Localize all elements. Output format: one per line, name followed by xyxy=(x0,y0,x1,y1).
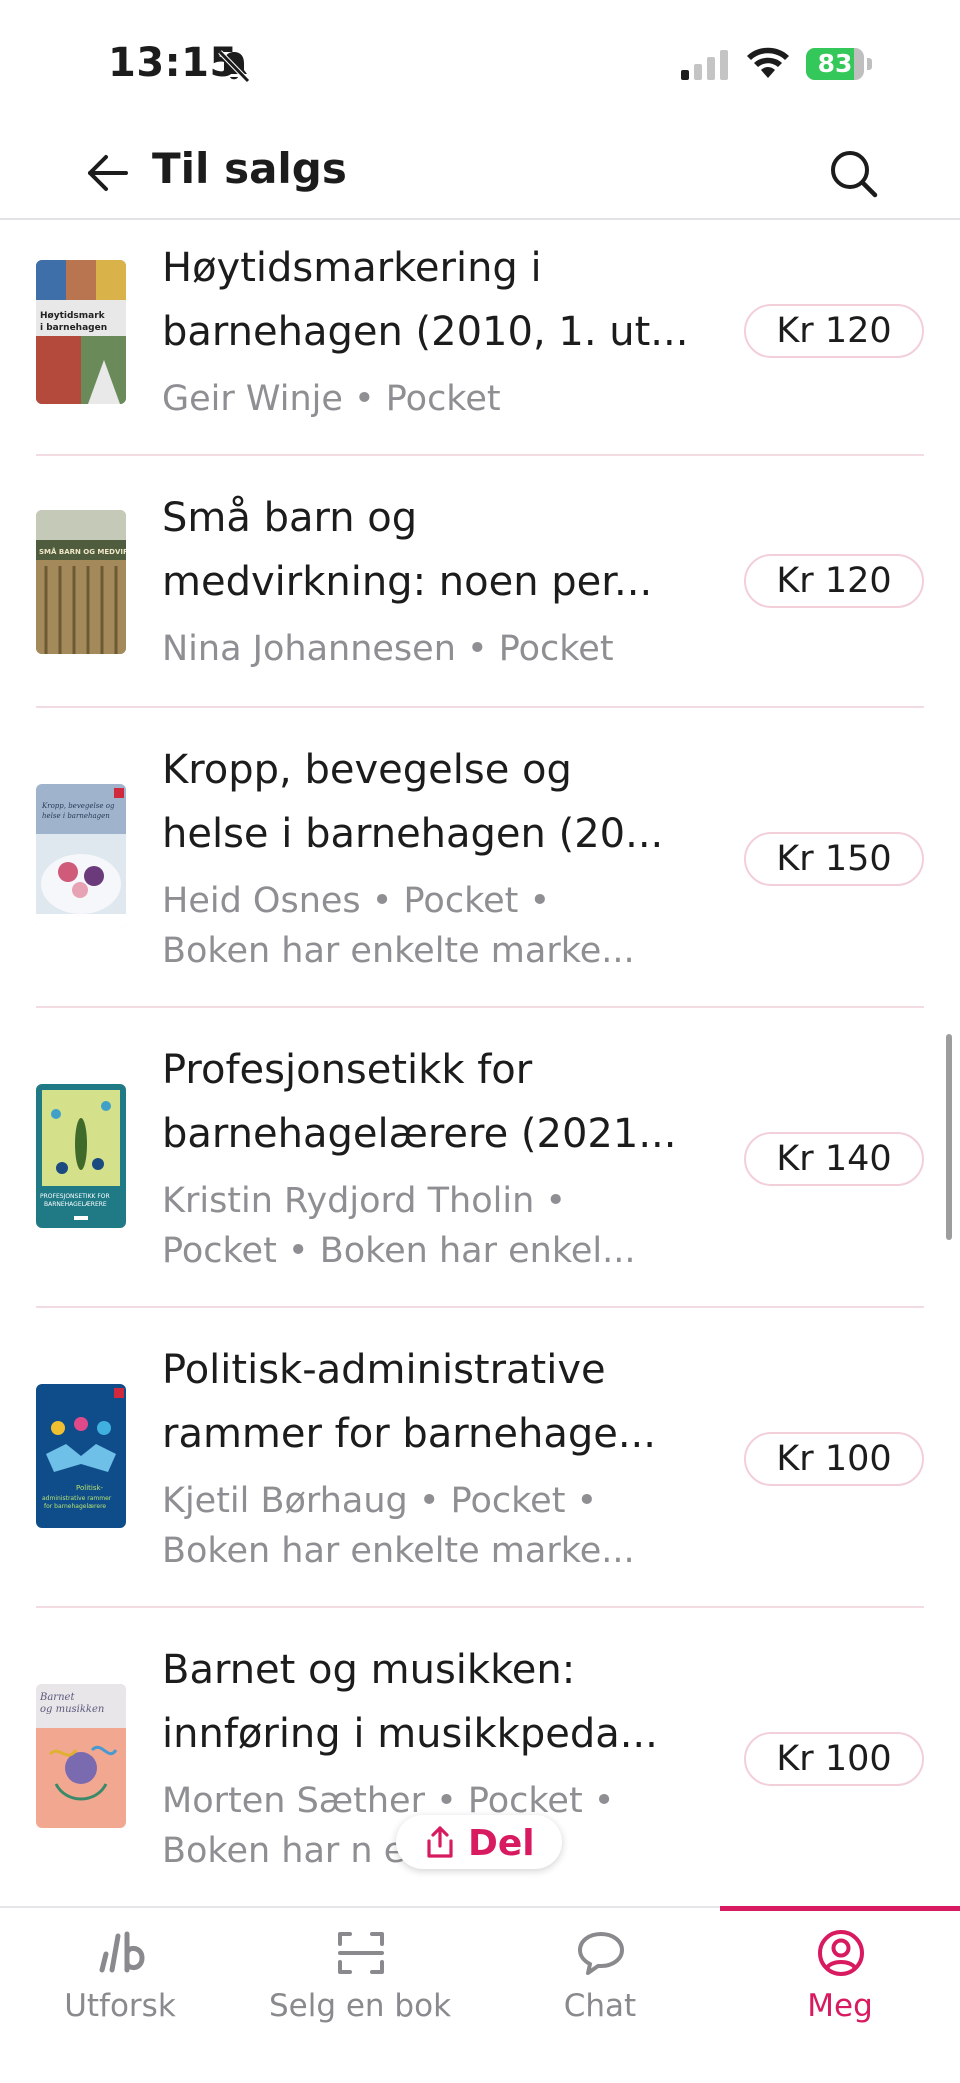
share-button[interactable]: Del xyxy=(396,1815,562,1869)
book-meta: Boken har enkelte marke... xyxy=(162,1531,635,1571)
profile-icon xyxy=(818,1930,864,1976)
svg-text:Høytidsmark: Høytidsmark xyxy=(40,311,106,321)
book-list-item[interactable]: PROFESJONSETIKK FOR BARNEHAGELÆRERE Prof… xyxy=(0,1008,960,1308)
book-meta: Kristin Rydjord Tholin • xyxy=(162,1181,567,1221)
svg-text:BARNEHAGELÆRERE: BARNEHAGELÆRERE xyxy=(44,1201,107,1208)
svg-text:helse i barnehagen: helse i barnehagen xyxy=(42,812,110,820)
book-cover-image: Barnet og musikken xyxy=(36,1684,126,1828)
book-list: Høytidsmark i barnehagen Høytidsmarkerin… xyxy=(0,220,960,1910)
tab-label: Meg xyxy=(807,1988,873,2024)
book-meta: Pocket • Boken har enkel... xyxy=(162,1231,636,1271)
cellular-signal-icon xyxy=(681,50,728,80)
bell-muted-icon xyxy=(218,50,250,83)
book-list-item[interactable]: Høytidsmark i barnehagen Høytidsmarkerin… xyxy=(0,220,960,456)
back-arrow-icon[interactable] xyxy=(84,150,130,196)
price-badge: Kr 140 xyxy=(744,1132,924,1186)
scan-icon xyxy=(338,1932,384,1974)
battery-percent: 83 xyxy=(817,49,853,78)
book-title: Høytidsmarkering i xyxy=(162,245,542,291)
book-title: Profesjonsetikk for xyxy=(162,1047,533,1093)
svg-text:for barnehagelærere: for barnehagelærere xyxy=(44,1503,106,1510)
price-badge: Kr 120 xyxy=(744,554,924,608)
price-badge: Kr 100 xyxy=(744,1432,924,1486)
book-title: Politisk-administrative xyxy=(162,1347,606,1393)
svg-text:i barnehagen: i barnehagen xyxy=(40,323,107,333)
share-button-label: Del xyxy=(468,1823,535,1864)
price-badge: Kr 100 xyxy=(744,1732,924,1786)
svg-text:Kropp, bevegelse og: Kropp, bevegelse og xyxy=(41,802,115,810)
page-title: Til salgs xyxy=(152,144,347,193)
book-title: helse i barnehagen (20... xyxy=(162,811,664,857)
scrollbar[interactable] xyxy=(946,1034,952,1240)
book-title: Små barn og xyxy=(162,495,418,541)
book-title: rammer for barnehage... xyxy=(162,1411,656,1457)
book-title: Barnet og musikken: xyxy=(162,1647,576,1693)
book-title: barnehagen (2010, 1. ut... xyxy=(162,309,689,355)
book-meta: Heid Osnes • Pocket • xyxy=(162,881,551,921)
battery-indicator: 83 xyxy=(806,48,874,82)
wifi-icon xyxy=(747,47,789,78)
tab-utforsk[interactable]: Utforsk xyxy=(0,1908,240,2083)
svg-text:PROFESJONSETIKK FOR: PROFESJONSETIKK FOR xyxy=(40,1193,110,1200)
price-badge: Kr 120 xyxy=(744,304,924,358)
book-cover-image: SMÅ BARN OG MEDVIRKNING xyxy=(36,510,126,654)
chat-bubble-icon xyxy=(578,1932,624,1975)
share-icon xyxy=(427,1826,453,1858)
svg-text:Barnet: Barnet xyxy=(39,1692,75,1703)
search-icon[interactable] xyxy=(826,146,880,200)
tab-chat[interactable]: Chat xyxy=(480,1908,720,2083)
book-meta: Geir Winje • Pocket xyxy=(162,379,501,419)
book-list-item[interactable]: Politisk- administrative rammer for barn… xyxy=(0,1308,960,1608)
book-title: Kropp, bevegelse og xyxy=(162,747,572,793)
book-list-item[interactable]: SMÅ BARN OG MEDVIRKNING Små barn og medv… xyxy=(0,456,960,708)
tab-label: Chat xyxy=(563,1988,637,2024)
book-cover-image: PROFESJONSETIKK FOR BARNEHAGELÆRERE xyxy=(36,1084,126,1228)
header: Til salgs xyxy=(0,130,960,220)
svg-text:administrative rammer: administrative rammer xyxy=(42,1495,112,1502)
book-cover-image: Kropp, bevegelse og helse i barnehagen xyxy=(36,784,126,928)
book-meta: Boken har enkelte marke... xyxy=(162,931,635,971)
tab-meg[interactable]: Meg xyxy=(720,1906,960,2083)
book-title: innføring i musikkpeda... xyxy=(162,1711,658,1757)
bottom-tab-bar: Utforsk Selg en bok Chat Meg xyxy=(0,1906,960,2083)
tab-label: Selg en bok xyxy=(268,1988,452,2024)
price-badge: Kr 150 xyxy=(744,832,924,886)
tab-selg-en-bok[interactable]: Selg en bok xyxy=(240,1908,480,2083)
active-tab-indicator xyxy=(720,1906,960,1911)
svg-text:Politisk-: Politisk- xyxy=(76,1484,104,1492)
svg-text:SMÅ BARN OG MEDVIRKNING: SMÅ BARN OG MEDVIRKNING xyxy=(39,547,126,556)
book-cover-image: Politisk- administrative rammer for barn… xyxy=(36,1384,126,1528)
status-bar: 13:15 83 xyxy=(0,0,960,130)
book-cover-image: Høytidsmark i barnehagen xyxy=(36,260,126,404)
tab-label: Utforsk xyxy=(64,1988,176,2024)
book-title: medvirkning: noen per... xyxy=(162,559,653,605)
book-list-item[interactable]: Kropp, bevegelse og helse i barnehagen K… xyxy=(0,708,960,1008)
book-title: barnehagelærere (2021... xyxy=(162,1111,677,1157)
book-meta: Kjetil Børhaug • Pocket • xyxy=(162,1481,598,1521)
svg-text:og musikken: og musikken xyxy=(40,1704,104,1715)
book-meta: Nina Johannesen • Pocket xyxy=(162,629,614,669)
lb-logo-icon xyxy=(99,1931,145,1973)
